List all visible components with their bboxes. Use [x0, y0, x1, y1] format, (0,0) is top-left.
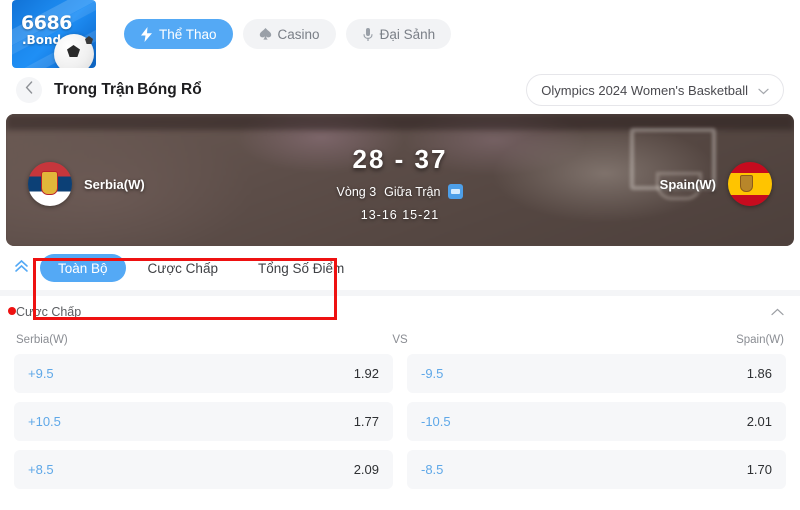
page-title: Trong Trận Bóng Rổ	[54, 81, 202, 99]
away-team-name: Spain(W)	[659, 176, 716, 192]
away-team-block: Spain(W)	[660, 162, 772, 206]
site-logo[interactable]: 6686 .Bond	[12, 0, 96, 68]
odds-cell-away[interactable]: -10.5 2.01	[407, 402, 786, 441]
match-status: Giữa Trận	[384, 184, 441, 199]
match-period: Vòng 3	[336, 184, 377, 199]
odds-price: 2.01	[746, 414, 772, 429]
tab-total-points[interactable]: Tổng Số Điểm	[240, 254, 362, 282]
match-scoreboard-banner: Serbia(W) 28 - 37 Vòng 3 Giữa Trận 13-16…	[6, 114, 794, 246]
nav-pill-casino[interactable]: Casino	[242, 19, 336, 49]
nav-pill-group: Thể Thao Casino Đại Sảnh	[124, 19, 452, 49]
odds-cell-away[interactable]: -8.5 1.70	[407, 450, 786, 489]
nav-pill-casino-label: Casino	[277, 26, 320, 42]
odds-row: +9.5 1.92 -9.5 1.86	[14, 354, 786, 393]
odds-price: 1.92	[353, 366, 379, 381]
chevron-down-icon	[758, 83, 769, 98]
lightning-bolt-icon	[140, 26, 153, 42]
odds-cell-home[interactable]: +9.5 1.92	[14, 354, 393, 393]
handicap-value: +8.5	[28, 462, 54, 477]
period-scores: 13-16 15-21	[360, 208, 440, 222]
spain-flag-icon	[728, 162, 772, 206]
market-column-headers: Serbia(W) VS Spain(W)	[0, 328, 800, 354]
handicap-value: +9.5	[28, 366, 54, 381]
soccer-ball-icon	[54, 34, 94, 68]
column-header-vs: VS	[392, 334, 408, 346]
market-section-header: Cược Chấp	[0, 296, 800, 328]
tab-handicap[interactable]: Cược Chấp	[130, 254, 236, 282]
odds-cell-away[interactable]: -9.5 1.86	[407, 354, 786, 393]
handicap-value: -8.5	[421, 462, 444, 477]
top-navigation-bar: 6686 .Bond Thể Thao Casino Đại Sảnh	[0, 0, 800, 68]
handicap-value: -10.5	[421, 414, 451, 429]
odds-row: +10.5 1.77 -10.5 2.01	[14, 402, 786, 441]
tab-total-points-label: Tổng Số Điểm	[257, 260, 345, 276]
nav-pill-sports-label: Thể Thao	[159, 26, 217, 42]
spade-icon	[259, 27, 272, 41]
odds-cell-home[interactable]: +8.5 2.09	[14, 450, 393, 489]
market-tab-bar: Toàn Bộ Cược Chấp Tổng Số Điểm	[0, 246, 800, 290]
tab-all-label: Toàn Bộ	[58, 260, 108, 276]
handicap-value: -9.5	[421, 366, 444, 381]
nav-pill-sports[interactable]: Thể Thao	[124, 19, 233, 49]
nav-pill-lobby-label: Đại Sảnh	[379, 26, 436, 42]
page-title-primary: Trong Trận	[54, 81, 135, 98]
odds-cell-home[interactable]: +10.5 1.77	[14, 402, 393, 441]
league-selector[interactable]: Olympics 2024 Women's Basketball	[526, 74, 784, 106]
odds-price: 1.77	[353, 414, 379, 429]
microphone-icon	[362, 27, 374, 42]
nav-pill-lobby[interactable]: Đại Sảnh	[345, 19, 452, 49]
back-button[interactable]	[16, 77, 42, 103]
column-header-away: Spain(W)	[736, 334, 784, 346]
collapse-all-button[interactable]	[8, 259, 34, 278]
logo-brand-text: 6686	[21, 12, 72, 34]
annotation-marker-dot	[8, 307, 16, 315]
double-chevron-up-icon	[14, 259, 29, 278]
league-selector-label: Olympics 2024 Women's Basketball	[541, 82, 748, 98]
tab-all[interactable]: Toàn Bộ	[40, 254, 126, 282]
page-title-secondary: Bóng Rổ	[137, 81, 202, 98]
odds-row: +8.5 2.09 -8.5 1.70	[14, 450, 786, 489]
handicap-value: +10.5	[28, 414, 61, 429]
tab-handicap-label: Cược Chấp	[147, 260, 218, 276]
chevron-left-icon	[25, 81, 33, 99]
breadcrumb-bar: Trong Trận Bóng Rổ Olympics 2024 Women's…	[0, 68, 800, 112]
column-header-home: Serbia(W)	[16, 334, 68, 346]
odds-price: 2.09	[353, 462, 379, 477]
flag-crest	[740, 175, 753, 192]
tab-list: Toàn Bộ Cược Chấp Tổng Số Điểm	[40, 254, 362, 282]
odds-price: 1.86	[746, 366, 772, 381]
odds-grid: +9.5 1.92 -9.5 1.86 +10.5 1.77 -10.5 2.0…	[0, 354, 800, 489]
odds-price: 1.70	[746, 462, 772, 477]
market-title: Cược Chấp	[16, 305, 82, 319]
live-stream-icon[interactable]	[448, 184, 464, 199]
chevron-up-icon[interactable]	[771, 305, 784, 319]
